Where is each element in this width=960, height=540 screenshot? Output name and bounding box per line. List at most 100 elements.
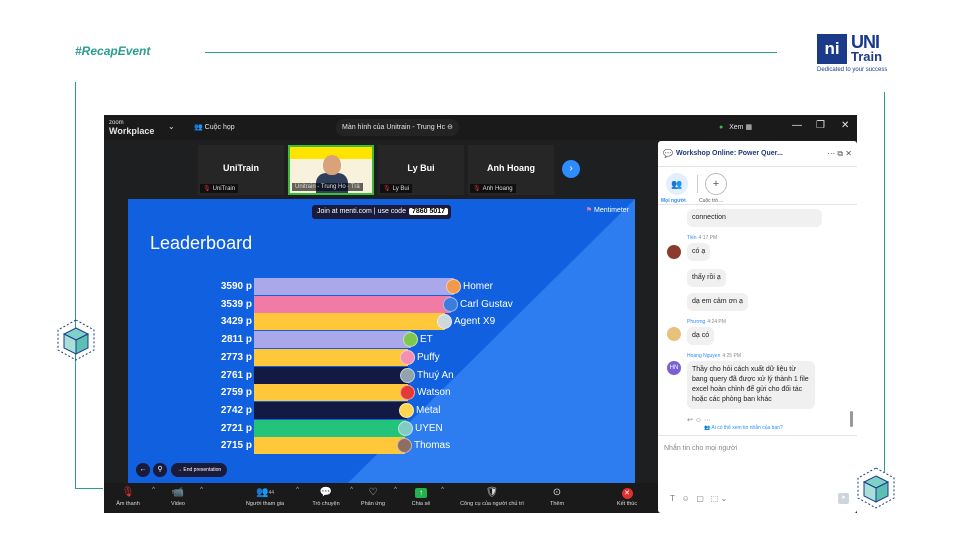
- score-label: 3429 p: [220, 316, 252, 328]
- emoji-icon: ☺: [681, 494, 690, 503]
- share-screen-tab[interactable]: Màn hình của Unitrain - Trung Hc ⊖: [336, 119, 459, 136]
- meeting-label: Cuộc họp: [204, 124, 235, 131]
- player-avatar-icon: [399, 402, 414, 418]
- sender-name: Phương: [687, 319, 706, 325]
- zoom-brand-bottom: Workplace: [109, 126, 155, 136]
- maximize-icon[interactable]: ❐: [816, 120, 825, 131]
- video-off-icon: 📹: [171, 487, 185, 498]
- send-button[interactable]: ➤: [838, 493, 849, 504]
- people-icon: 👥: [704, 425, 711, 431]
- participant-tile[interactable]: Anh Hoang 🎙 Anh Hoang: [468, 145, 554, 195]
- score-label: 2721 p: [220, 422, 252, 434]
- emoji-icon: ☺: [694, 417, 702, 424]
- chat-title: Workshop Online: Power Quer...: [676, 150, 783, 157]
- chevron-down-icon[interactable]: ⌄: [168, 122, 175, 131]
- chat-scrollbar[interactable]: [850, 411, 853, 427]
- reactions-button[interactable]: ♡ Phản ứng ^: [358, 483, 397, 513]
- message-time: 4:24 PM: [707, 319, 726, 325]
- speaker-head: [323, 155, 341, 175]
- composer-tools[interactable]: T ☺ ▢ ⬚ ⌄: [670, 494, 727, 503]
- tab-everyone[interactable]: 👥: [666, 173, 688, 195]
- chevron-up-icon: ^: [394, 487, 397, 493]
- participant-name: Ly Bui: [407, 163, 435, 173]
- leaderboard-bar: [254, 313, 445, 331]
- message-visibility-label: Ai có thể xem tin nhắn của bạn?: [711, 425, 783, 431]
- chat-message: connection: [687, 209, 822, 227]
- participants-button[interactable]: 👥44 Người tham gia ^: [240, 483, 299, 513]
- chat-panel: 💬 Workshop Online: Power Quer... ⋯ ⧉ ✕ 👥…: [658, 141, 857, 513]
- participant-tag: Unitrain - Trung Ho - Trả: [292, 183, 363, 191]
- participant-tile[interactable]: UniTrain 🎙 UniTrain: [198, 145, 284, 195]
- audio-button[interactable]: 🎙 Âm thanh ^: [110, 483, 155, 513]
- player-name: Thuý An: [417, 369, 454, 381]
- participant-strip: UniTrain 🎙 UniTrain Unitrain - Trung Ho -…: [198, 145, 554, 195]
- close-icon[interactable]: ✕: [841, 120, 849, 131]
- toolbar-label: Kết thúc: [616, 501, 638, 507]
- tab-chats-label: Cuộc trò ...: [699, 198, 724, 204]
- player-name: UYEN: [415, 422, 443, 434]
- arrow-left-icon[interactable]: ←: [136, 463, 150, 477]
- tab-separator: [697, 175, 698, 193]
- message-sender: Hoang Nguyen 4:25 PM: [687, 353, 741, 359]
- end-icon: ✕: [612, 486, 642, 500]
- file-icon: ▢: [696, 494, 704, 503]
- chat-message: thấy rồi ạ: [687, 269, 726, 287]
- grid-icon: ▦: [745, 124, 753, 131]
- text-format-icon: T: [670, 494, 675, 503]
- host-tools-button[interactable]: 🛡 Công cụ của người chủ trì: [452, 483, 532, 513]
- header-line: [205, 52, 777, 53]
- mentimeter-slide: Join at menti.com | use code 7860 5017 ⚑ …: [128, 199, 635, 483]
- end-presentation-button[interactable]: → End presentation: [171, 463, 228, 477]
- toolbar-label: Chia sẻ: [411, 501, 431, 507]
- share-button[interactable]: ↑ Chia sẻ ^: [407, 483, 444, 513]
- next-page-button[interactable]: ›: [562, 160, 580, 178]
- security-shield-icon: ●: [719, 124, 724, 131]
- chat-icon: 💬: [319, 487, 333, 498]
- participant-tag-label: Unitrain - Trung Ho - Trả: [295, 184, 360, 190]
- mic-muted-icon: 🎙: [473, 186, 481, 192]
- chevron-up-icon: ^: [441, 487, 444, 493]
- message-visibility-link[interactable]: 👥 Ai có thể xem tin nhắn của bạn?: [704, 425, 783, 431]
- sender-name: Hoang Nguyen: [687, 353, 721, 359]
- chat-window-controls[interactable]: ⋯ ⧉ ✕: [827, 149, 852, 159]
- chat-button[interactable]: 💬 Trò chuyện ^: [308, 483, 353, 513]
- message-actions[interactable]: ↩ ☺ ⋯: [687, 416, 711, 424]
- player-name: Watson: [417, 387, 451, 399]
- score-label: 2759 p: [220, 387, 252, 399]
- new-chat-button[interactable]: +: [705, 173, 727, 195]
- meeting-menu[interactable]: 👥 Cuộc họp: [194, 123, 235, 131]
- more-button[interactable]: ⊙ Thêm: [544, 483, 570, 513]
- chat-message: Thầy cho hỏi cách xuất dữ liệu từ bang q…: [687, 361, 815, 409]
- minimize-icon[interactable]: —: [792, 120, 802, 131]
- participant-tile-video[interactable]: Unitrain - Trung Ho - Trả: [288, 145, 374, 195]
- participant-count: 44: [268, 490, 274, 496]
- player-avatar-icon: [400, 367, 415, 383]
- toolbar-label: Âm thanh: [116, 501, 140, 507]
- chat-input[interactable]: Nhắn tin cho mọi người: [664, 445, 737, 452]
- score-label: 2742 p: [220, 404, 252, 416]
- view-label: Xem: [729, 124, 744, 131]
- pin-icon[interactable]: ⚲: [153, 463, 167, 477]
- mic-muted-icon: 🎙: [121, 487, 135, 498]
- chat-message: dạ có: [687, 327, 715, 345]
- avatar: HN: [667, 361, 681, 375]
- people-icon: 👥: [671, 179, 683, 189]
- video-button[interactable]: 📹 Video ^: [162, 483, 203, 513]
- recap-slide: #RecapEvent ni UNI Train Dedicated to yo…: [0, 0, 960, 540]
- leaderboard-bar: [254, 401, 407, 419]
- end-meeting-button[interactable]: ✕ Kết thúc: [612, 483, 642, 513]
- leaderboard-title: Leaderboard: [150, 233, 253, 253]
- chevron-up-icon: ^: [152, 487, 155, 493]
- view-menu[interactable]: ● Xem ▦: [719, 123, 752, 131]
- participant-tile[interactable]: Ly Bui 🎙 Ly Bui: [378, 145, 464, 195]
- player-name: Metal: [416, 404, 441, 416]
- message-sender: Phương 4:24 PM: [687, 319, 726, 325]
- score-label: 2761 p: [220, 369, 252, 381]
- zoom-brand: zoom Workplace: [109, 119, 155, 136]
- participant-name: Anh Hoang: [487, 163, 535, 173]
- player-avatar-icon: [446, 279, 461, 294]
- toolbar-label: Công cụ của người chủ trì: [460, 501, 524, 507]
- participant-tag-label: UniTrain: [212, 186, 236, 192]
- more-options-icon: ⊖: [447, 124, 453, 131]
- player-name: Thomas: [414, 440, 451, 452]
